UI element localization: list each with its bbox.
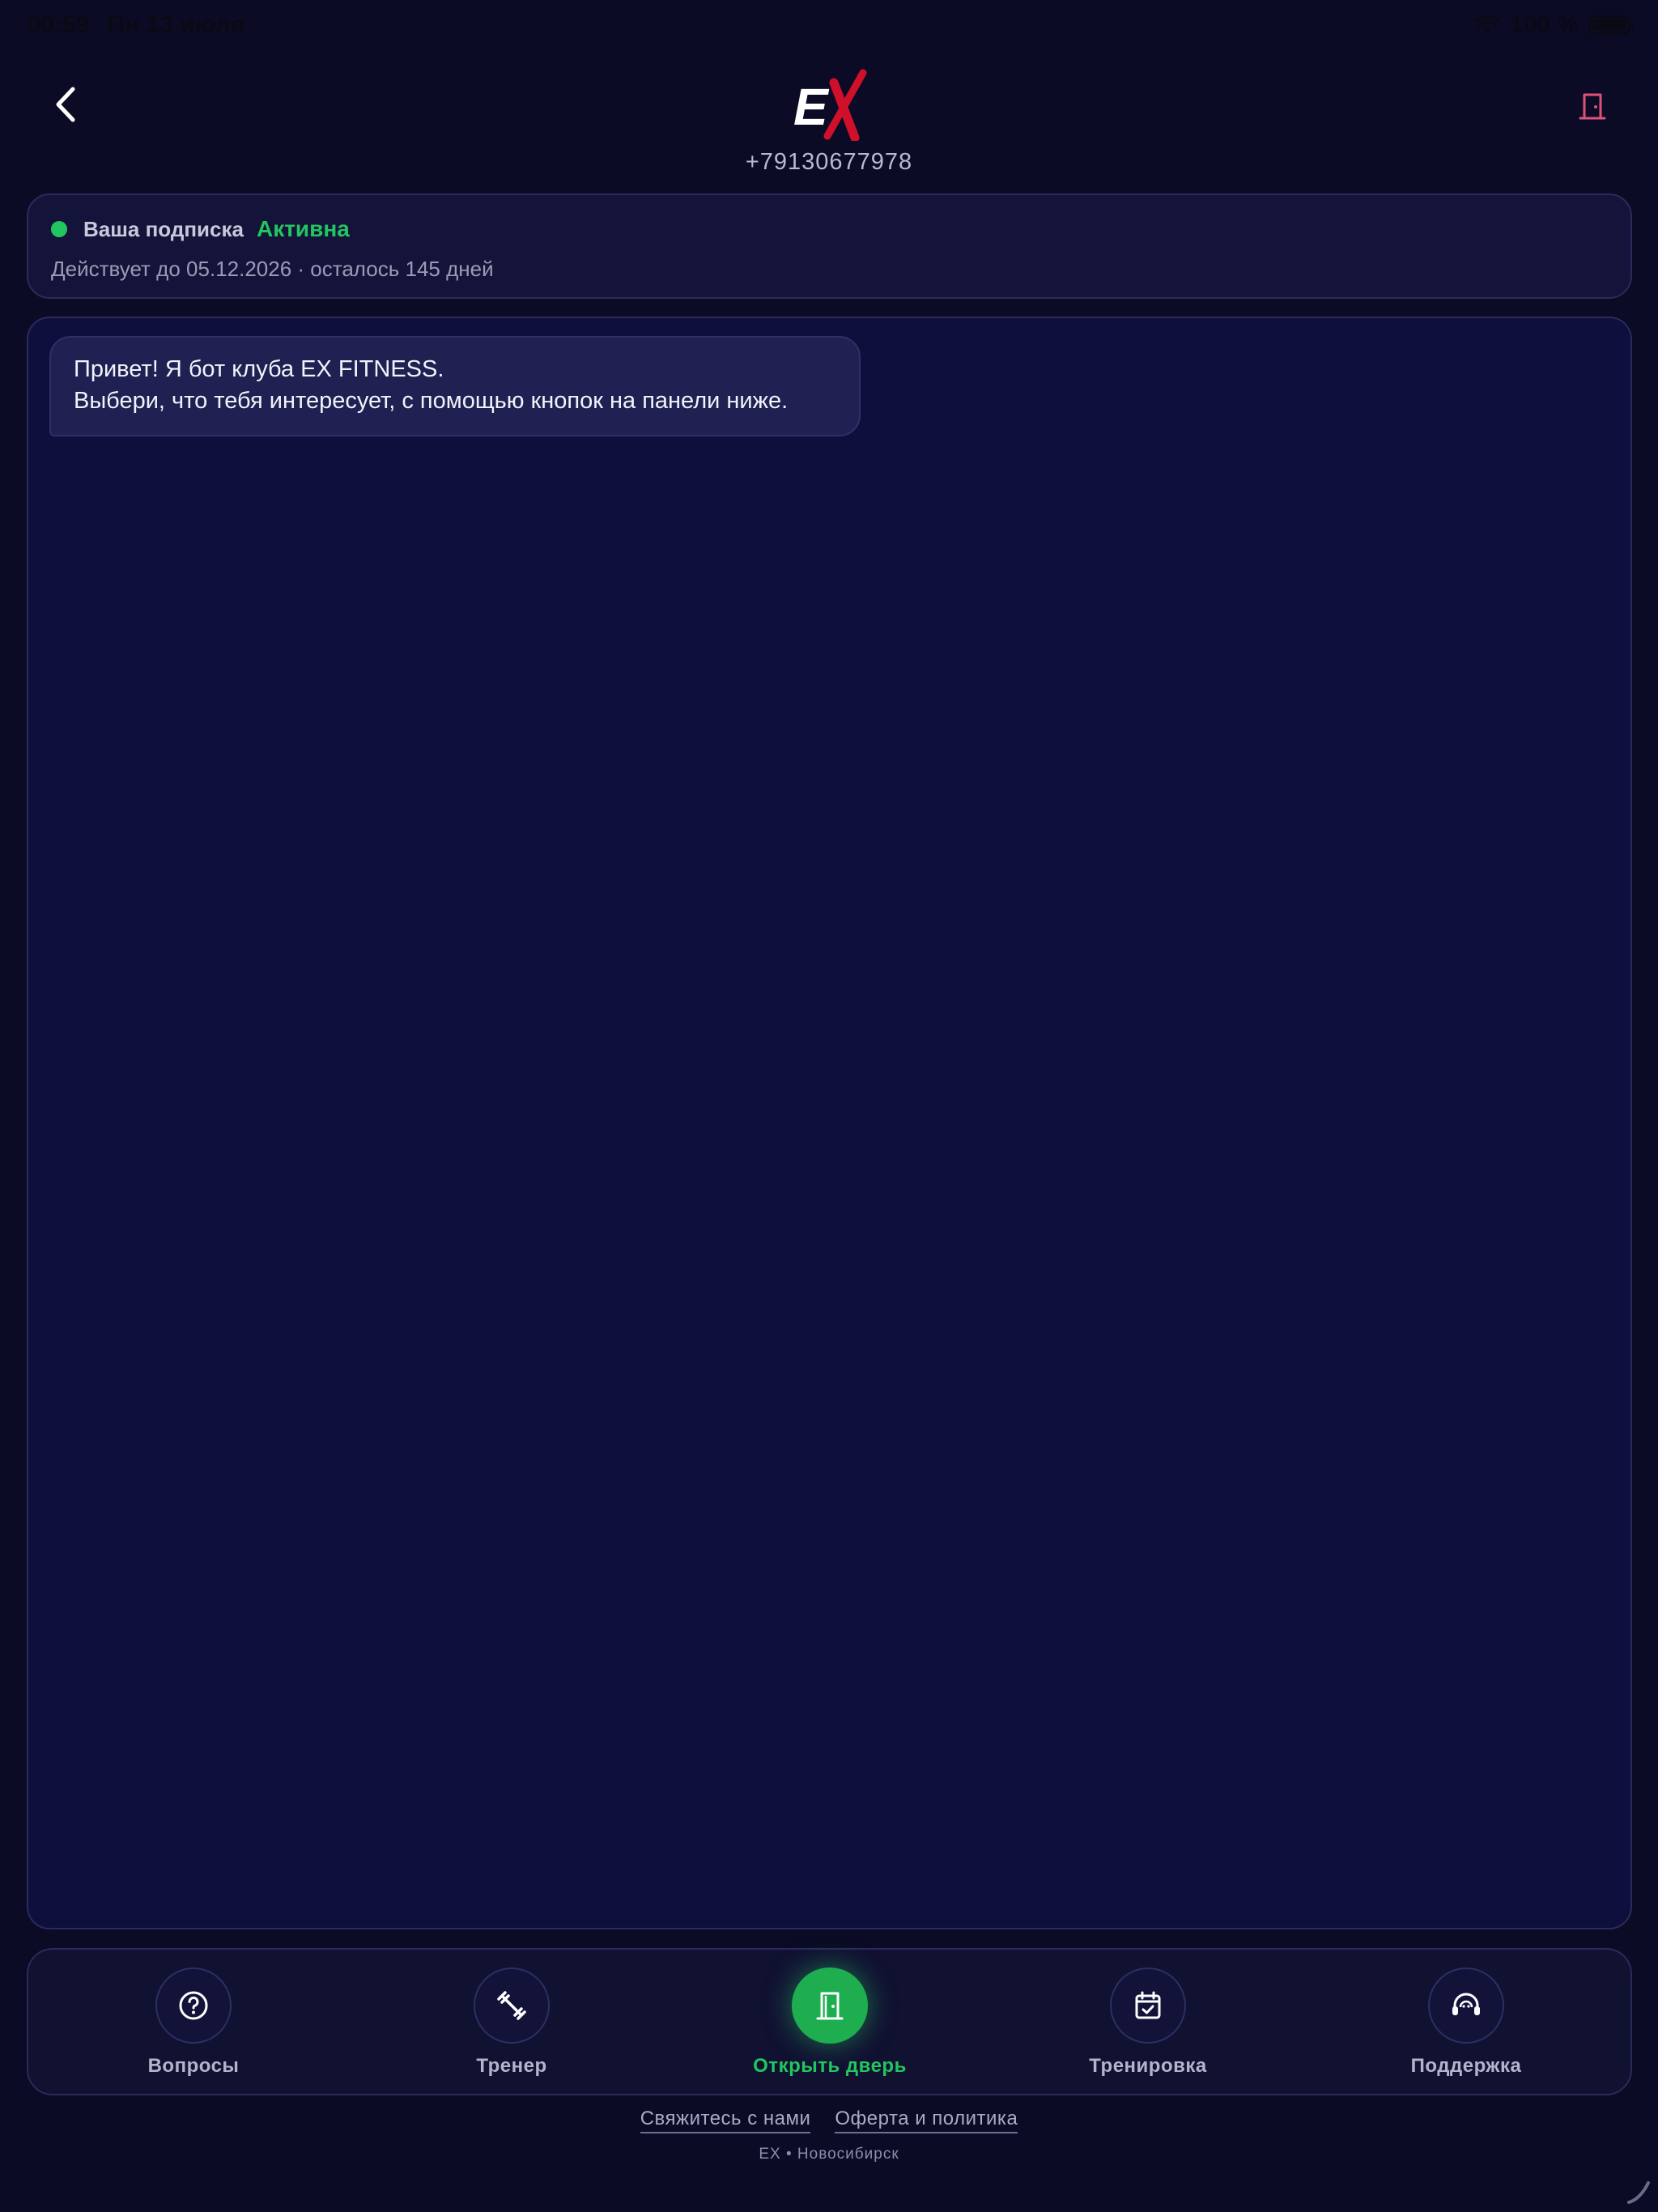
bot-message-bubble: Привет! Я бот клуба EX FITNESS. Выбери, … — [49, 336, 861, 436]
open-door-header-button[interactable] — [1571, 84, 1614, 128]
nav-label-questions: Вопросы — [147, 2055, 240, 2077]
status-dot — [51, 221, 67, 237]
user-phone: +79130677978 — [745, 149, 913, 175]
nav-item-questions[interactable]: Вопросы — [88, 1967, 299, 2078]
battery-percent: 100 % — [1509, 11, 1579, 38]
subscription-details: Действует до 05.12.2026 · осталось 145 д… — [51, 257, 494, 281]
header: E +79130677978 — [0, 50, 1658, 188]
nav-circle — [474, 1967, 550, 2044]
status-date: Пн 13 июля — [107, 11, 245, 38]
subscription-card: Ваша подписка Активна Действует до 05.12… — [27, 194, 1632, 299]
chevron-left-icon — [56, 87, 75, 122]
wifi-icon — [1473, 15, 1500, 34]
headset-icon — [1452, 1993, 1480, 2015]
nav-label-support: Поддержка — [1410, 2055, 1522, 2077]
footer-city: EX • Новосибирск — [759, 2146, 899, 2163]
corner-scroll-indicator — [1627, 2181, 1650, 2204]
door-icon — [1579, 93, 1606, 120]
nav-circle — [1428, 1967, 1504, 2044]
nav-item-workout[interactable]: Тренировка — [1043, 1967, 1253, 2078]
nav-label-workout: Тренировка — [1089, 2055, 1207, 2077]
subscription-label: Ваша подписка — [83, 216, 244, 241]
battery-icon — [1588, 15, 1634, 35]
nav-item-open-door[interactable]: Открыть дверь — [725, 1967, 935, 2078]
dumbbell-icon — [497, 1991, 526, 2020]
status-right: 100 % — [1473, 11, 1634, 39]
nav-label-trainer: Тренер — [476, 2055, 547, 2077]
svg-text:E: E — [793, 78, 830, 136]
back-button[interactable] — [37, 76, 94, 133]
nav-circle — [155, 1967, 232, 2044]
door-icon — [816, 1992, 844, 2020]
nav-circle-active — [792, 1967, 868, 2044]
nav-label-open-door: Открыть дверь — [753, 2055, 907, 2077]
question-icon — [179, 1991, 208, 2020]
status-left: 00:59 Пн 13 июля — [28, 11, 244, 39]
nav-item-trainer[interactable]: Тренер — [406, 1967, 617, 2078]
status-bar: 00:59 Пн 13 июля 100 % — [0, 0, 1658, 50]
contact-us-link[interactable]: Свяжитесь с нами — [640, 2108, 811, 2133]
nav-item-support[interactable]: Поддержка — [1361, 1967, 1571, 2078]
calendar-check-icon — [1135, 1991, 1161, 2019]
bottom-nav: Вопросы Тренер Открыть дверь Тренировка … — [27, 1948, 1632, 2095]
bot-message-line-1: Привет! Я бот клуба EX FITNESS. — [74, 356, 444, 382]
chat-area[interactable]: Привет! Я бот клуба EX FITNESS. Выбери, … — [27, 317, 1632, 1929]
subscription-status-row: Ваша подписка Активна — [51, 216, 350, 242]
ex-logo: E — [793, 69, 867, 141]
status-time: 00:59 — [28, 11, 90, 38]
nav-circle — [1110, 1967, 1186, 2044]
offer-policy-link[interactable]: Оферта и политика — [835, 2108, 1018, 2133]
bot-message-line-2: Выбери, что тебя интересует, с помощью к… — [74, 388, 789, 414]
subscription-status: Активна — [256, 216, 350, 241]
footer-links: Свяжитесь с нами Оферта и политика — [0, 2108, 1658, 2133]
